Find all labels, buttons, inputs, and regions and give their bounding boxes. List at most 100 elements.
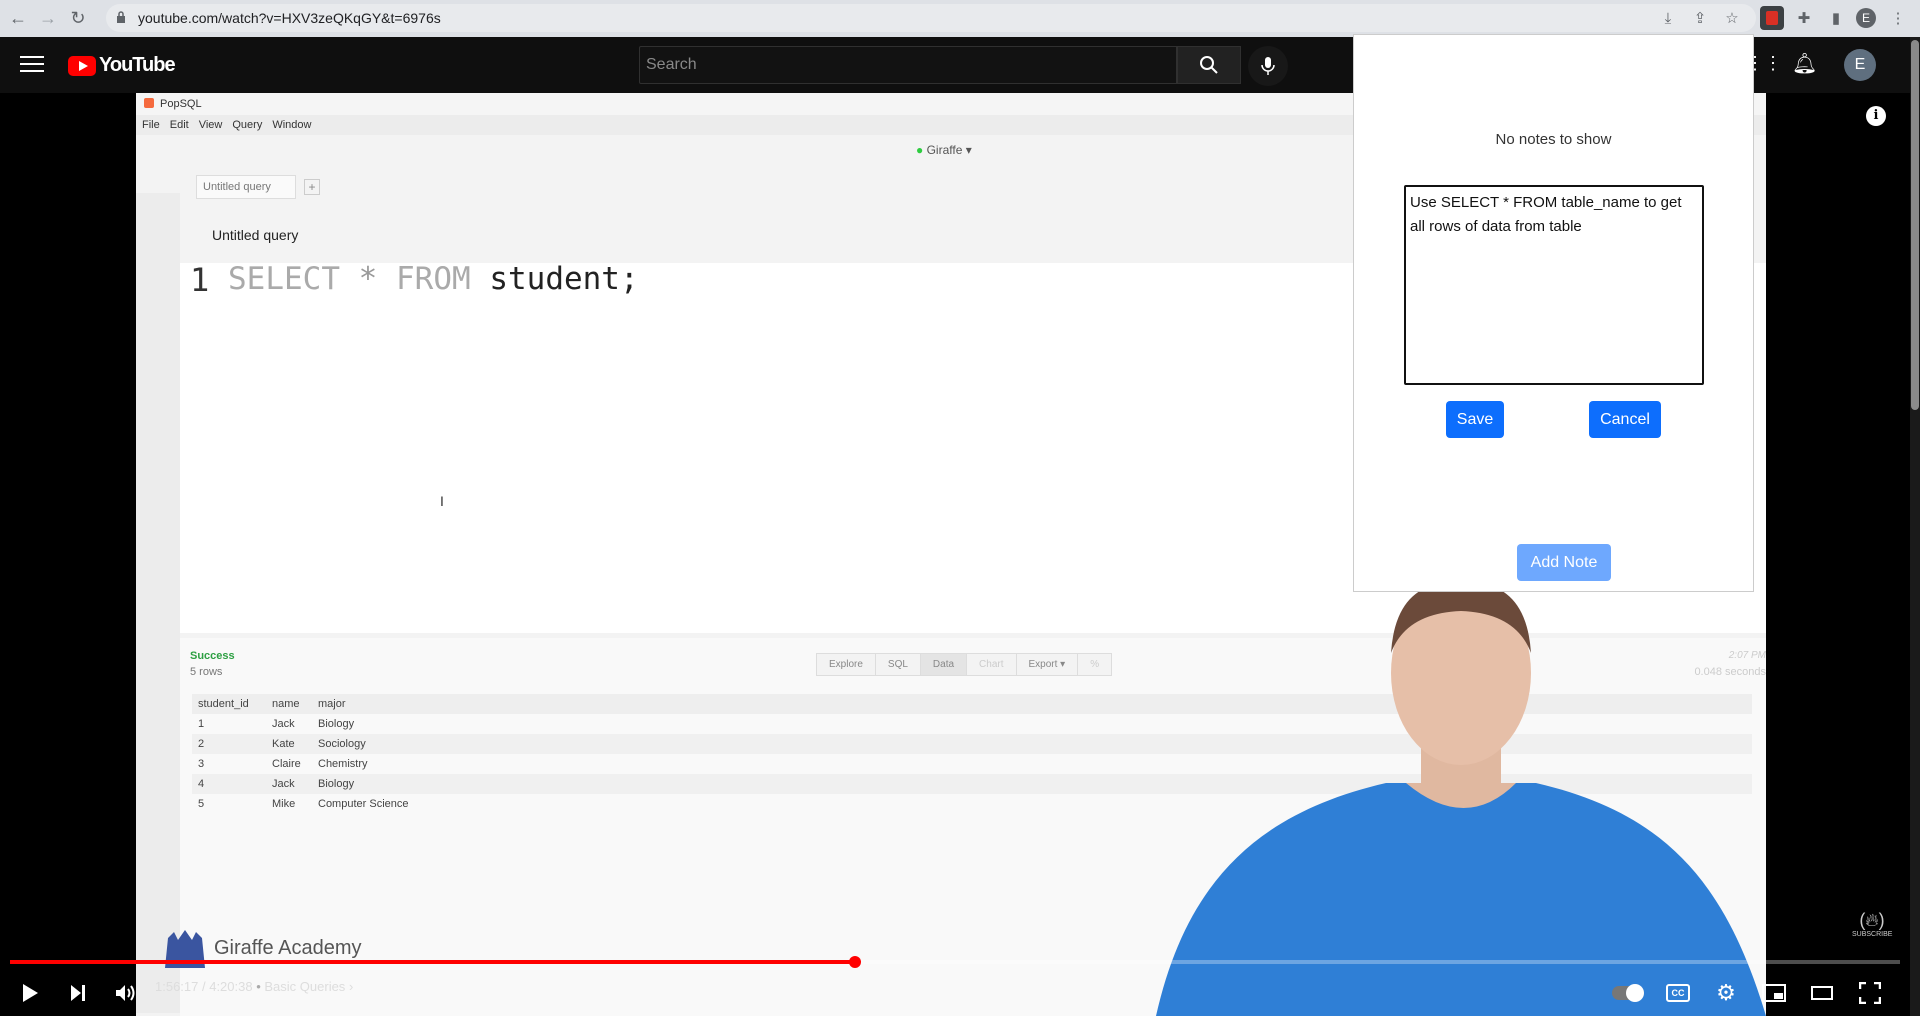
notes-extension-icon[interactable] [1760, 6, 1784, 30]
youtube-logo[interactable]: YouTube [68, 54, 176, 77]
table-cell: Biology [318, 718, 355, 730]
account-avatar[interactable]: E [1844, 49, 1876, 81]
result-status: Success [190, 650, 235, 662]
chevron-right-icon: › [348, 979, 354, 994]
volume-icon [116, 985, 135, 1001]
table-cell: Sociology [318, 738, 366, 750]
new-tab-icon: + [304, 179, 320, 195]
youtube-logo-icon [68, 55, 96, 76]
table-cell: Jack [272, 778, 295, 790]
table-cell: 4 [198, 778, 205, 790]
table-cell: 3 [198, 758, 205, 770]
fullscreen-icon [1859, 982, 1881, 1004]
progress-scrubber[interactable] [849, 956, 861, 968]
result-tab-data: Data [920, 654, 968, 675]
add-note-button[interactable]: Add Note [1517, 544, 1611, 581]
cancel-button[interactable]: Cancel [1589, 401, 1661, 438]
menu-view: View [198, 119, 223, 131]
install-icon[interactable]: ⤓ [1656, 6, 1680, 30]
theater-icon [1811, 986, 1833, 1000]
info-icon[interactable]: i [1866, 106, 1886, 126]
save-button[interactable]: Save [1446, 401, 1504, 438]
freecodecamp-icon: (🔥︎) [1859, 910, 1885, 930]
popsql-logo-icon [144, 98, 154, 108]
miniplayer-icon [1762, 984, 1786, 1002]
sql-star: * [358, 261, 378, 297]
miniplayer-button[interactable] [1756, 975, 1792, 1011]
settings-button[interactable]: ⚙ [1708, 975, 1744, 1011]
table-cell: Chemistry [318, 758, 368, 770]
search-input[interactable]: Search [639, 46, 1177, 84]
browser-menu-icon[interactable]: ⋮ [1886, 6, 1910, 30]
star-icon[interactable]: ☆ [1720, 6, 1744, 30]
note-textarea[interactable] [1404, 185, 1704, 385]
volume-button[interactable] [108, 975, 144, 1011]
line-number: 1 [190, 261, 210, 299]
play-icon [23, 984, 38, 1002]
share-icon[interactable]: ⇪ [1688, 6, 1712, 30]
table-cell: 2 [198, 738, 205, 750]
table-cell: Biology [318, 778, 355, 790]
table-cell: Jack [272, 718, 295, 730]
search-button[interactable] [1177, 46, 1241, 84]
menu-icon[interactable] [20, 53, 44, 73]
captions-icon: CC [1666, 984, 1690, 1002]
table-cell: 1 [198, 718, 205, 730]
result-tab-explore: Explore [817, 654, 876, 675]
sql-keyword-from: FROM [396, 261, 471, 297]
fullscreen-button[interactable] [1852, 975, 1888, 1011]
sql-table: student; [489, 261, 639, 297]
query-tab-label: Untitled query [203, 181, 271, 193]
autoplay-icon [1612, 984, 1644, 1002]
export-label: Export [1028, 659, 1058, 670]
column-header: name [272, 698, 300, 710]
notes-popup: No notes to show Save Cancel Add Note [1353, 34, 1754, 592]
subtitles-button[interactable]: CC [1660, 975, 1696, 1011]
result-tab-chart: Chart [967, 654, 1017, 675]
forward-icon[interactable]: → [36, 7, 60, 31]
row-count: 5 rows [190, 666, 223, 678]
play-button[interactable] [12, 975, 48, 1011]
profile-avatar[interactable]: E [1856, 8, 1876, 28]
text-cursor-icon: I [440, 493, 444, 509]
search-placeholder: Search [646, 56, 697, 73]
search-icon [1200, 56, 1218, 74]
reload-icon[interactable]: ↻ [66, 7, 90, 31]
connection-selector: ● Giraffe ▾ [916, 143, 972, 157]
chapter-title[interactable]: Basic Queries [264, 979, 345, 994]
query-tab: Untitled query [196, 175, 296, 199]
sql-keyword-select: SELECT [228, 261, 340, 297]
query-title: Untitled query [212, 227, 299, 243]
player-controls: 1:56:17 / 4:20:38 • Basic Queries › CC ⚙ [0, 955, 1910, 1016]
channel-badge[interactable]: (🔥︎) SUBSCRIBE [1852, 910, 1892, 950]
table-cell: Computer Science [318, 798, 409, 810]
result-tab-export: Export ▾ [1017, 654, 1079, 675]
address-bar[interactable]: youtube.com/watch?v=HXV3zeQKqGY&t=6976s [106, 4, 1756, 32]
side-panel-icon[interactable]: ▮ [1824, 6, 1848, 30]
youtube-logo-text: YouTube [99, 54, 176, 76]
menu-window: Window [272, 119, 312, 131]
next-button[interactable] [60, 975, 96, 1011]
table-cell: Mike [272, 798, 296, 810]
table-cell: Claire [272, 758, 301, 770]
notifications-icon[interactable]: 🔔︎ [1792, 51, 1817, 76]
microphone-icon [1261, 57, 1275, 75]
column-header: major [318, 698, 346, 710]
connection-name: Giraffe [926, 143, 963, 157]
result-tab-sql: SQL [876, 654, 921, 675]
scrollbar-thumb[interactable] [1911, 40, 1919, 410]
popsql-title: PopSQL [160, 98, 202, 110]
column-header: student_id [198, 698, 249, 710]
sql-query: SELECT * FROM student; [228, 261, 639, 297]
menu-edit: Edit [169, 119, 189, 131]
empty-notes-message: No notes to show [1495, 131, 1612, 148]
voice-search-button[interactable] [1248, 46, 1288, 86]
extensions-icon[interactable]: ✚ [1792, 6, 1816, 30]
next-icon [71, 985, 85, 1001]
theater-mode-button[interactable] [1804, 975, 1840, 1011]
link-icon: % [1090, 659, 1100, 670]
sidebar-panel [136, 193, 180, 1013]
table-cell: 5 [198, 798, 205, 810]
back-icon[interactable]: ← [6, 7, 30, 31]
autoplay-toggle[interactable] [1608, 975, 1648, 1011]
